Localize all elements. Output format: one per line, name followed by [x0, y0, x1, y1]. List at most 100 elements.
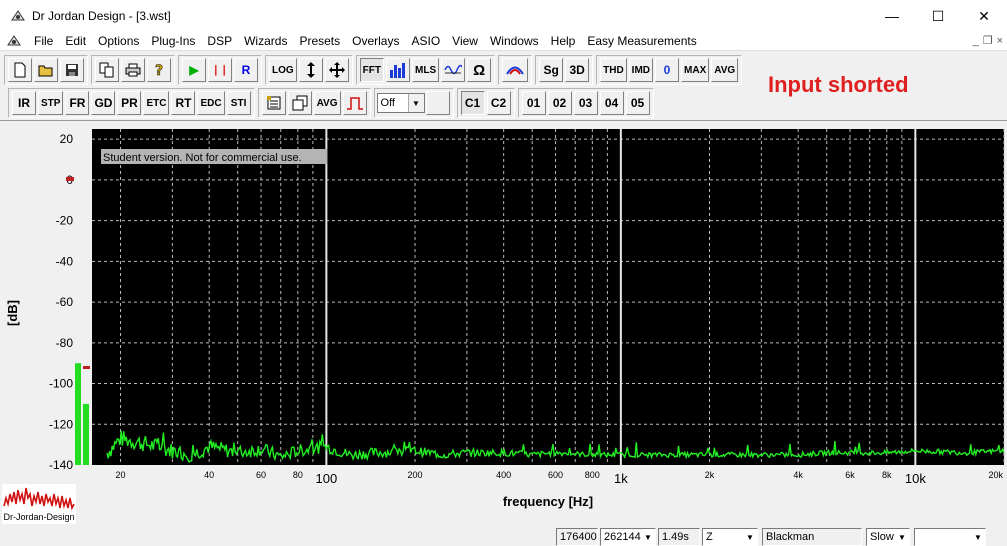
close-button[interactable]: ✕: [961, 0, 1007, 32]
rt-button[interactable]: RT: [171, 91, 196, 115]
channel-c1-button[interactable]: C1: [460, 91, 485, 115]
menu-asio[interactable]: ASIO: [405, 32, 446, 50]
y-tick-label: -20: [56, 214, 74, 228]
new-icon[interactable]: [8, 58, 32, 82]
ir-button[interactable]: IR: [12, 91, 36, 115]
channel-c2-button[interactable]: C2: [486, 91, 511, 115]
open-icon[interactable]: [34, 58, 58, 82]
maximize-button[interactable]: ☐: [915, 0, 961, 32]
play-button[interactable]: ▶: [182, 58, 206, 82]
weighting-value: Z: [706, 531, 713, 543]
window-title: Dr Jordan Design - [3.wst]: [32, 9, 171, 23]
stp-button[interactable]: STP: [38, 91, 64, 115]
menu-help[interactable]: Help: [545, 32, 582, 50]
distortion-toolbar: THD IMD 0 MAX AVG: [596, 55, 743, 85]
move-icon[interactable]: [324, 58, 349, 82]
sti-button[interactable]: STI: [226, 91, 251, 115]
y-tick-label: 20: [60, 132, 74, 146]
document-icon[interactable]: [6, 33, 22, 49]
duration-field: 1.49s: [658, 528, 700, 546]
spectrum-chart[interactable]: 200 -20 -40 -60 -80 -100 -120 -140 100 1k 10k 20 40…: [0, 121, 1007, 527]
menu-presets[interactable]: Presets: [293, 32, 346, 50]
channel-toolbar: C1 C2: [456, 88, 515, 118]
toolbar-row-1: ? ▶ ❘❘ R LOG FFT MLS Ω Sg 3D THD IMD 0 M…: [4, 54, 745, 86]
avg-button[interactable]: AVG: [313, 91, 341, 115]
transport-toolbar: ▶ ❘❘ R: [178, 55, 262, 85]
sine-icon[interactable]: [441, 58, 466, 82]
x-tick-label: 80: [293, 470, 303, 480]
menu-wizards[interactable]: Wizards: [238, 32, 293, 50]
impedance-button[interactable]: Ω: [467, 58, 492, 82]
select-toolbar: Off ▼: [373, 88, 454, 118]
weighting-select[interactable]: Z ▼: [702, 528, 758, 546]
menu-plug-ins[interactable]: Plug-Ins: [145, 32, 201, 50]
avg-button-top[interactable]: AVG: [711, 58, 739, 82]
menu-file[interactable]: File: [28, 32, 59, 50]
preset-04-button[interactable]: 04: [599, 91, 624, 115]
preset-01-button[interactable]: 01: [521, 91, 546, 115]
zero-button[interactable]: 0: [655, 58, 680, 82]
preset-05-button[interactable]: 05: [625, 91, 650, 115]
gd-button[interactable]: GD: [91, 91, 116, 115]
x-tick-label: 200: [408, 470, 423, 480]
speed-select[interactable]: Slow ▼: [866, 528, 910, 546]
max-button[interactable]: MAX: [681, 58, 710, 82]
mls-button[interactable]: MLS: [412, 58, 440, 82]
dropdown-arrow-icon: ▼: [898, 533, 906, 542]
speaker-icon[interactable]: [502, 58, 529, 82]
pause-button[interactable]: ❘❘: [208, 58, 232, 82]
pr-button[interactable]: PR: [117, 91, 142, 115]
edc-button[interactable]: EDC: [197, 91, 225, 115]
save-icon[interactable]: [60, 58, 84, 82]
log-button[interactable]: LOG: [269, 58, 297, 82]
menu-overlays[interactable]: Overlays: [346, 32, 405, 50]
imd-button[interactable]: IMD: [628, 58, 654, 82]
y-tick-label: -80: [56, 336, 74, 350]
fft-size-value: 262144: [604, 531, 641, 543]
stack-icon[interactable]: [261, 91, 286, 115]
mdi-restore-button[interactable]: ❐: [983, 32, 993, 50]
record-button[interactable]: R: [234, 58, 258, 82]
thd-button[interactable]: THD: [600, 58, 627, 82]
app-icon[interactable]: [10, 8, 26, 24]
off-select[interactable]: Off ▼: [376, 93, 425, 113]
fr-button[interactable]: FR: [65, 91, 90, 115]
mdi-minimize-button[interactable]: _: [973, 32, 979, 50]
menu-bar: File Edit Options Plug-Ins DSP Wizards P…: [0, 32, 1007, 50]
status-bar: 176400 262144 ▼ 1.49s Z ▼ Blackman Slow ▼ ▼: [0, 526, 1007, 546]
fft-size-select[interactable]: 262144 ▼: [600, 528, 656, 546]
menu-edit[interactable]: Edit: [59, 32, 92, 50]
level-meter-ch1: [75, 363, 81, 465]
view-toolbar: LOG: [265, 55, 353, 85]
x-tick-label-major: 100: [316, 471, 338, 486]
menu-view[interactable]: View: [446, 32, 484, 50]
3d-button[interactable]: 3D: [565, 58, 590, 82]
copy-icon[interactable]: [95, 58, 119, 82]
menu-dsp[interactable]: DSP: [201, 32, 238, 50]
vertical-resize-icon[interactable]: [298, 58, 323, 82]
print-icon[interactable]: [121, 58, 145, 82]
minimize-button[interactable]: —: [869, 0, 915, 32]
watermark-text: Student version. Not for commercial use.: [103, 152, 302, 164]
x-tick-label: 60: [256, 470, 266, 480]
menu-options[interactable]: Options: [92, 32, 145, 50]
y-axis-label: [dB]: [5, 300, 20, 326]
sg-button[interactable]: Sg: [539, 58, 564, 82]
help-icon[interactable]: ?: [147, 58, 171, 82]
mdi-close-button[interactable]: ×: [997, 32, 1003, 50]
tools-toolbar: AVG: [257, 88, 371, 118]
blank-button[interactable]: [425, 91, 450, 115]
x-tick-label: 40: [204, 470, 214, 480]
step-response-icon[interactable]: [342, 91, 367, 115]
svg-text:?: ?: [155, 63, 163, 78]
menu-windows[interactable]: Windows: [484, 32, 545, 50]
file-toolbar: [4, 55, 88, 85]
menu-easy-measurements[interactable]: Easy Measurements: [581, 32, 702, 50]
bars-icon[interactable]: [386, 58, 410, 82]
preset-03-button[interactable]: 03: [573, 91, 598, 115]
extra-select[interactable]: ▼: [914, 528, 986, 546]
windows-icon[interactable]: [287, 91, 312, 115]
fft-button[interactable]: FFT: [359, 58, 384, 82]
preset-02-button[interactable]: 02: [547, 91, 572, 115]
etc-button[interactable]: ETC: [143, 91, 170, 115]
